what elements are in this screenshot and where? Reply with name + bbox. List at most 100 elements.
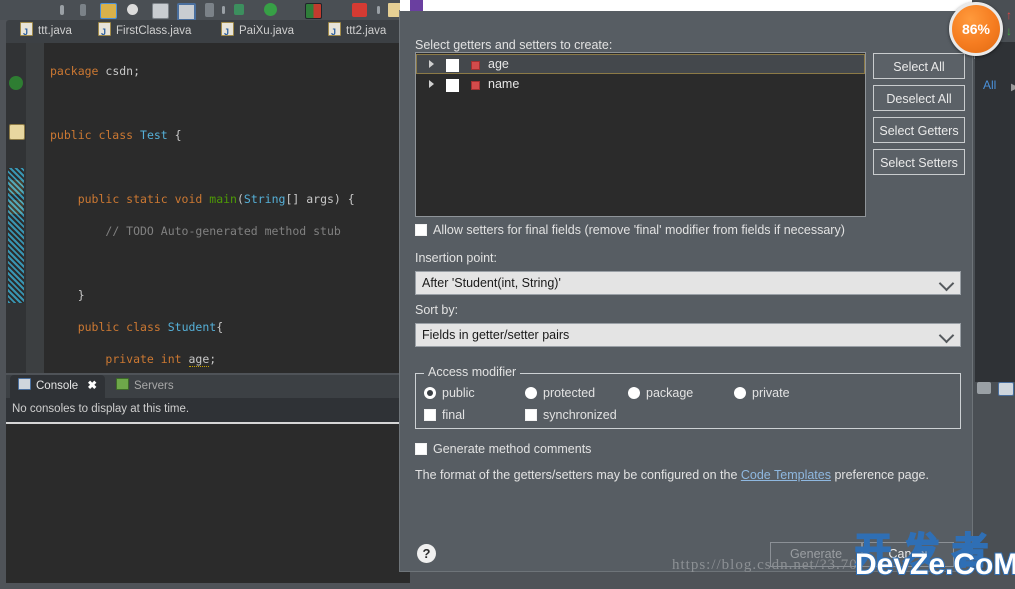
- help-icon[interactable]: ?: [417, 544, 436, 563]
- field-list[interactable]: age name: [415, 52, 866, 217]
- arrow-down-icon[interactable]: ↓: [1006, 24, 1012, 38]
- code-editor[interactable]: package csdn; public class Test { public…: [6, 43, 410, 373]
- radio-protected-label: protected: [543, 386, 596, 400]
- console-body[interactable]: No consoles to display at this time.: [6, 398, 410, 583]
- tab-console[interactable]: Console ✖: [10, 375, 106, 398]
- outline-content[interactable]: All ▶: [975, 42, 1015, 382]
- editor-folding-bar[interactable]: [26, 43, 62, 373]
- dialog-titlebar[interactable]: [400, 0, 972, 11]
- console-panel[interactable]: Console ✖ Servers No consoles to display…: [6, 375, 410, 583]
- collapsed-arrow-icon[interactable]: [429, 60, 434, 68]
- access-modifier-group: [415, 373, 961, 429]
- outline-strip[interactable]: All ▶: [972, 0, 1015, 569]
- console-icon: [18, 378, 31, 390]
- chevron-down-icon[interactable]: [938, 327, 955, 344]
- collapsed-arrow-icon[interactable]: [429, 80, 434, 88]
- arrow-up-icon[interactable]: ↑: [1006, 8, 1012, 22]
- chevron-down-icon[interactable]: [938, 275, 955, 292]
- eclipse-dialog-icon: [410, 0, 423, 11]
- code-line: public class Student{: [77, 320, 224, 334]
- editor-marker-bar[interactable]: [6, 43, 26, 373]
- editor-tab-ttt2[interactable]: ttt2.java: [328, 20, 387, 44]
- select-setters-label: Select Setters: [880, 156, 958, 170]
- select-getters-button[interactable]: Select Getters: [873, 117, 965, 143]
- code-line: package csdn;: [50, 64, 141, 78]
- sort-by-select[interactable]: Fields in getter/setter pairs: [415, 323, 961, 347]
- debug-red-green-icon[interactable]: [305, 3, 322, 19]
- export-icon[interactable]: [152, 3, 169, 19]
- deselect-all-button[interactable]: Deselect All: [873, 85, 965, 111]
- new-java-class-icon[interactable]: [127, 4, 138, 15]
- search-icon[interactable]: [234, 4, 244, 15]
- code-templates-link[interactable]: Code Templates: [741, 468, 831, 482]
- radio-public[interactable]: [424, 387, 436, 399]
- outline-all-label[interactable]: All: [983, 78, 996, 92]
- radio-package[interactable]: [628, 387, 640, 399]
- close-icon[interactable]: ✖: [87, 380, 97, 392]
- radio-public-label: public: [442, 386, 475, 400]
- breakpoint-disabled-icon[interactable]: [9, 76, 23, 90]
- select-all-button[interactable]: Select All: [873, 53, 965, 79]
- generate-getters-setters-dialog[interactable]: Select getters and setters to create: ag…: [400, 0, 972, 571]
- sort-by-value: Fields in getter/setter pairs: [422, 328, 570, 342]
- stop-red-icon[interactable]: [352, 3, 367, 17]
- watermark-en: DevZe.CoM: [854, 547, 1015, 582]
- insertion-point-label: Insertion point:: [415, 251, 497, 265]
- final-label: final: [442, 408, 465, 422]
- radio-private[interactable]: [734, 387, 746, 399]
- console-output-area[interactable]: [6, 424, 410, 583]
- generate-comments-checkbox[interactable]: [415, 443, 427, 455]
- java-file-icon: [98, 21, 111, 44]
- servers-icon: [116, 378, 129, 390]
- synchronized-checkbox[interactable]: [525, 409, 537, 421]
- code-line: // TODO Auto-generated method stub: [105, 224, 341, 238]
- allow-final-checkbox[interactable]: [415, 224, 427, 236]
- select-setters-button[interactable]: Select Setters: [873, 149, 965, 175]
- synchronized-label: synchronized: [543, 408, 617, 422]
- coverage-icon[interactable]: [100, 3, 117, 19]
- separator-icon: [222, 6, 225, 14]
- tab-servers[interactable]: Servers: [116, 375, 174, 398]
- field-list-row[interactable]: age: [416, 54, 865, 74]
- private-field-icon: [471, 61, 480, 70]
- import-icon[interactable]: [177, 3, 196, 21]
- editor-overview-ruler[interactable]: [8, 168, 24, 303]
- select-all-label: Select All: [893, 60, 945, 74]
- private-field-icon: [471, 81, 480, 90]
- field-name: age: [488, 57, 509, 71]
- final-checkbox[interactable]: [424, 409, 436, 421]
- run-green-icon[interactable]: [264, 3, 277, 16]
- debug-icon[interactable]: [80, 4, 86, 16]
- insertion-point-select[interactable]: After 'Student(int, String)': [415, 271, 961, 295]
- run-icon[interactable]: [60, 5, 64, 15]
- pause-icon[interactable]: [205, 3, 214, 17]
- java-file-icon: [221, 21, 234, 44]
- editor-tab-ttt[interactable]: ttt.java: [20, 20, 72, 44]
- editor-tab-strip[interactable]: ttt.java FirstClass.java PaiXu.java ttt2…: [6, 20, 410, 44]
- console-tab-bar[interactable]: Console ✖ Servers: [6, 375, 410, 398]
- editor-tab-paixu[interactable]: PaiXu.java: [221, 20, 294, 44]
- servers-tab-label: Servers: [134, 380, 174, 392]
- editor-tab-firstclass[interactable]: FirstClass.java: [98, 20, 192, 44]
- footer-text-after: preference page.: [830, 468, 929, 482]
- separator2-icon: [377, 6, 380, 14]
- code-line: }: [77, 288, 85, 302]
- editor-tab-label: FirstClass.java: [116, 25, 192, 37]
- deselect-all-label: Deselect All: [886, 92, 952, 106]
- java-file-icon: [328, 21, 341, 44]
- console-view-icon[interactable]: [998, 382, 1014, 396]
- todo-task-icon[interactable]: [9, 124, 25, 140]
- editor-tab-label: ttt2.java: [346, 25, 387, 37]
- code-text[interactable]: package csdn; public class Test { public…: [44, 43, 410, 373]
- field-list-row[interactable]: name: [416, 74, 865, 94]
- radio-protected[interactable]: [525, 387, 537, 399]
- allow-final-label: Allow setters for final fields (remove '…: [433, 223, 845, 237]
- field-checkbox[interactable]: [446, 59, 459, 72]
- status-badge[interactable]: 86%: [949, 2, 1003, 56]
- chevron-right-icon[interactable]: ▶: [1011, 82, 1015, 93]
- generate-comments-label: Generate method comments: [433, 442, 592, 456]
- radio-private-label: private: [752, 386, 790, 400]
- view-menu-icon[interactable]: [977, 382, 991, 394]
- field-checkbox[interactable]: [446, 79, 459, 92]
